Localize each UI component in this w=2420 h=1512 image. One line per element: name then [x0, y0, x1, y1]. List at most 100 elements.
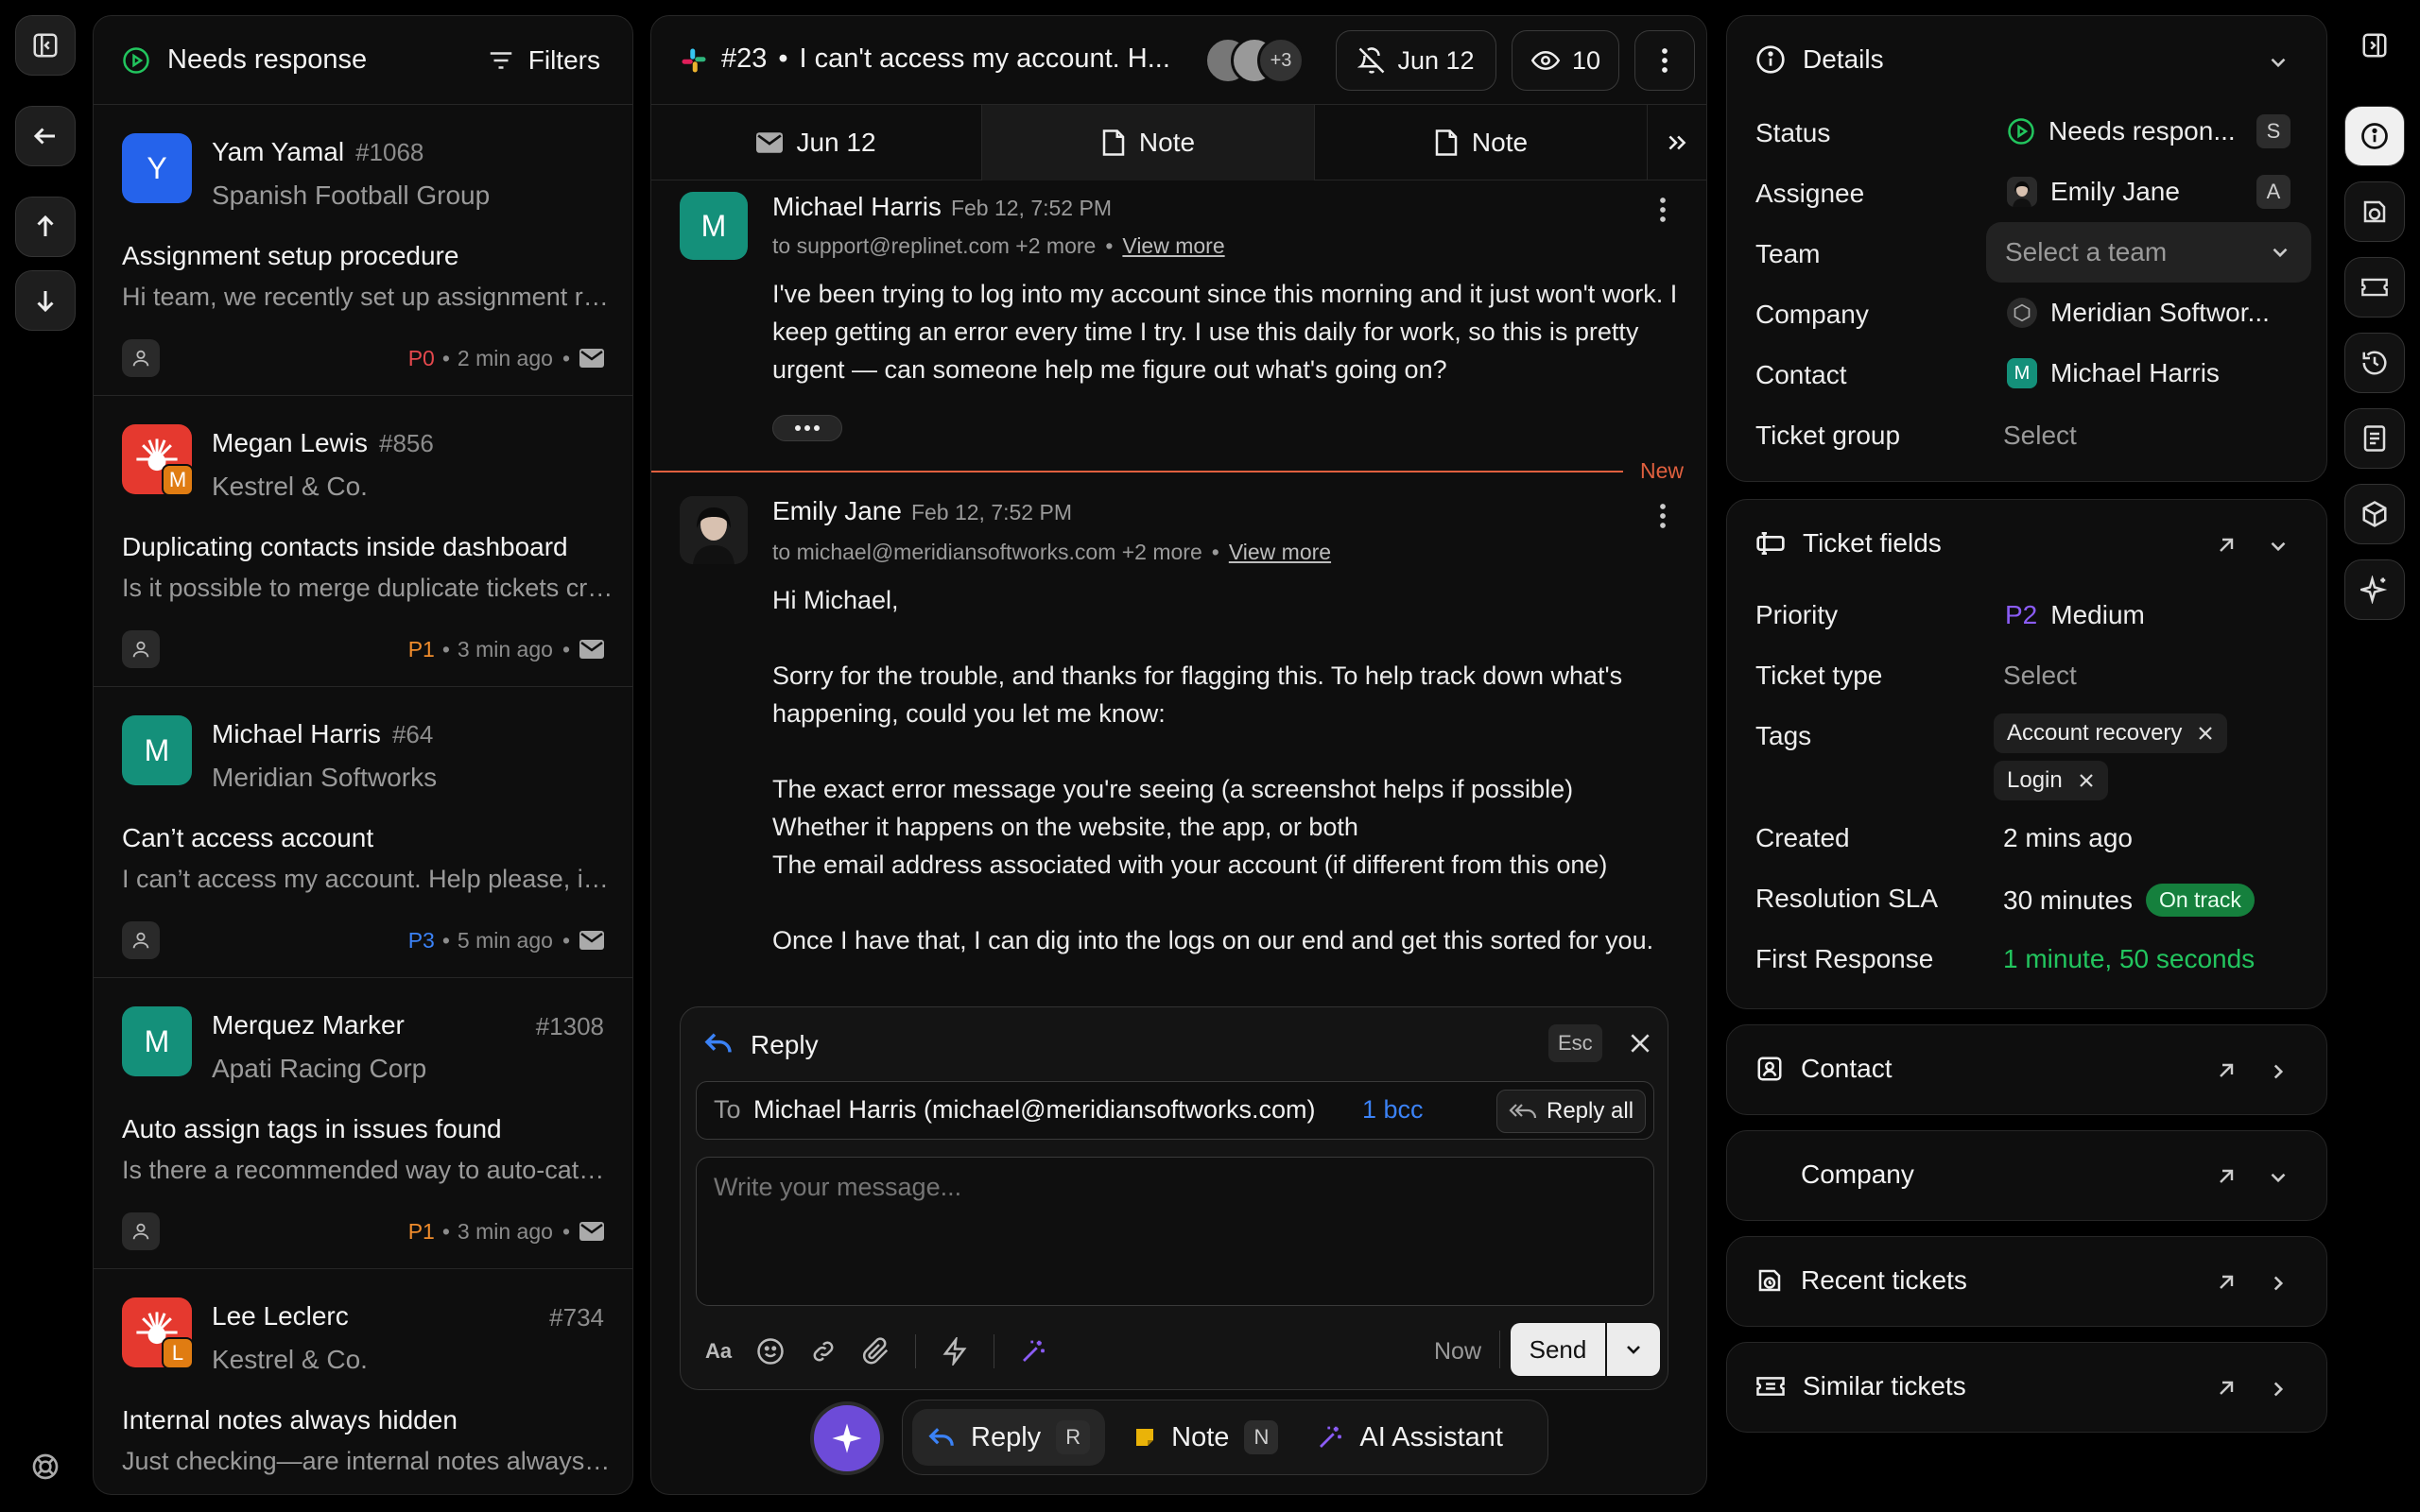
remove-tag-icon[interactable]: [2197, 725, 2214, 742]
composer-toolbar: Aa: [705, 1334, 1047, 1368]
ticket-fields-header[interactable]: Ticket fields: [1755, 528, 1942, 558]
next-ticket-button[interactable]: [15, 270, 76, 331]
unassigned-user-icon[interactable]: [122, 339, 160, 377]
previous-ticket-button[interactable]: [15, 197, 76, 257]
link-icon[interactable]: [809, 1337, 838, 1366]
attachment-icon[interactable]: [862, 1337, 890, 1366]
note-icon: [1435, 129, 1458, 156]
lightning-icon[interactable]: [941, 1337, 969, 1366]
reply-action-button[interactable]: Reply R: [912, 1409, 1106, 1466]
recent-tickets-tab-button[interactable]: [2344, 181, 2405, 242]
details-header[interactable]: Details: [1755, 44, 1884, 75]
ticket-list-item[interactable]: Y Yam Yamal #1068 Spanish Football Group …: [94, 105, 632, 396]
tab-note[interactable]: Note: [1315, 105, 1648, 180]
mail-icon: [579, 931, 604, 950]
priority-field[interactable]: P2 Medium: [2005, 600, 2145, 630]
reply-all-button[interactable]: Reply all: [1496, 1090, 1647, 1133]
view-more-link[interactable]: View more: [1229, 540, 1331, 564]
ticket-list-item[interactable]: M Merquez Marker #1308 Apati Racing Corp…: [94, 978, 632, 1269]
open-external-icon[interactable]: [2215, 1271, 2238, 1294]
more-vertical-icon[interactable]: [1658, 502, 1668, 530]
expand-quoted-button[interactable]: [772, 415, 842, 441]
close-icon[interactable]: [1628, 1031, 1652, 1056]
text-format-icon[interactable]: Aa: [705, 1339, 732, 1364]
remove-tag-icon[interactable]: [2078, 772, 2095, 789]
ai-assistant-button[interactable]: AI Assistant: [1306, 1409, 1512, 1466]
help-button[interactable]: [30, 1452, 60, 1482]
requester-name: Megan Lewis: [212, 428, 368, 457]
ticket-preview: I can’t access my account. Help please, …: [122, 865, 614, 893]
company-field[interactable]: Meridian Softwor...: [2007, 298, 2270, 328]
chevron-down-icon[interactable]: [2266, 534, 2290, 558]
chevron-right-icon[interactable]: [2266, 1059, 2290, 1084]
ticket-meta: P1 • 3 min ago •: [122, 1212, 604, 1250]
ticket-preview: Hi team, we recently set up assignment r…: [122, 283, 614, 311]
company-section[interactable]: Company: [1726, 1130, 2327, 1221]
priority-code: P2: [2005, 600, 2038, 629]
participants-stack[interactable]: +3: [1204, 37, 1327, 84]
send-button[interactable]: Send: [1511, 1323, 1605, 1376]
ticket-list-item[interactable]: M Megan Lewis #856 Kestrel & Co. Duplicat…: [94, 396, 632, 687]
unassigned-user-icon[interactable]: [122, 1212, 160, 1250]
assignee-field[interactable]: Emily Jane: [2007, 177, 2180, 207]
message-body: Hi Michael, Sorry for the trouble, and t…: [772, 581, 1680, 988]
notes-tab-button[interactable]: [2344, 408, 2405, 469]
chevron-down-icon[interactable]: [2266, 50, 2290, 75]
filters-button[interactable]: Filters: [487, 45, 600, 76]
ticket-type-select[interactable]: Select: [2003, 661, 2077, 691]
open-external-icon[interactable]: [2215, 1059, 2238, 1082]
ticket-group-select[interactable]: Select: [2003, 421, 2077, 451]
toggle-right-panel-button[interactable]: [2344, 15, 2405, 76]
message-line: The exact error message you're seeing (a…: [772, 775, 1574, 803]
open-external-icon[interactable]: [2215, 1377, 2238, 1400]
more-vertical-icon[interactable]: [1658, 196, 1668, 224]
recipients-field[interactable]: To Michael Harris (michael@meridiansoftw…: [696, 1081, 1654, 1140]
status-field[interactable]: Needs respon...: [2007, 116, 2236, 146]
unassigned-user-icon[interactable]: [122, 630, 160, 668]
team-select[interactable]: Select a team: [1986, 222, 2311, 283]
open-external-icon[interactable]: [2215, 1165, 2238, 1188]
ticket-list-item[interactable]: L Lee Leclerc #734 Kestrel & Co. Interna…: [94, 1269, 632, 1494]
send-options-button[interactable]: [1607, 1323, 1660, 1376]
unassigned-user-icon[interactable]: [122, 921, 160, 959]
schedule-label[interactable]: Now: [1434, 1338, 1481, 1366]
chevron-right-icon[interactable]: [2266, 1271, 2290, 1296]
snooze-button[interactable]: Jun 12: [1336, 30, 1496, 91]
status-value: Needs respon...: [2048, 116, 2236, 146]
ticket-fields-title: Ticket fields: [1803, 528, 1942, 558]
open-external-icon[interactable]: [2215, 534, 2238, 557]
magic-wand-icon[interactable]: [1019, 1337, 1047, 1366]
contact-label: Contact: [1755, 360, 1847, 389]
tab-email[interactable]: Jun 12: [651, 105, 982, 180]
more-options-button[interactable]: [1634, 30, 1695, 91]
requester-name: Merquez Marker: [212, 1010, 405, 1040]
more-vertical-icon: [1662, 48, 1668, 73]
tabs-overflow-button[interactable]: [1648, 105, 1706, 180]
tab-note[interactable]: Note: [982, 105, 1315, 180]
collapse-sidebar-button[interactable]: [15, 15, 76, 76]
ai-tab-button[interactable]: [2344, 559, 2405, 620]
similar-tickets-tab-button[interactable]: [2344, 257, 2405, 318]
integrations-tab-button[interactable]: [2344, 484, 2405, 544]
message-input[interactable]: [696, 1157, 1654, 1306]
note-action-button[interactable]: Note N: [1118, 1409, 1293, 1466]
view-more-link[interactable]: View more: [1122, 233, 1224, 258]
back-button[interactable]: [15, 106, 76, 166]
contact-section[interactable]: Contact: [1726, 1024, 2327, 1115]
recent-tickets-section[interactable]: Recent tickets: [1726, 1236, 2327, 1327]
chevron-right-icon[interactable]: [2266, 1377, 2290, 1401]
bell-off-icon: [1357, 47, 1385, 74]
bcc-link[interactable]: 1 bcc: [1362, 1095, 1424, 1125]
similar-tickets-section[interactable]: Similar tickets: [1726, 1342, 2327, 1433]
emoji-icon[interactable]: [756, 1337, 785, 1366]
chevron-down-icon[interactable]: [2266, 1165, 2290, 1190]
details-tab-button[interactable]: [2344, 106, 2405, 166]
message-line: Hi Michael,: [772, 586, 899, 614]
watchers-button[interactable]: 10: [1512, 30, 1619, 91]
ai-orb-button[interactable]: [810, 1401, 884, 1475]
view-selector[interactable]: Needs response: [122, 44, 367, 76]
ticket-requester: Yam Yamal #1068: [212, 137, 424, 167]
ticket-list-item[interactable]: M Michael Harris #64 Meridian Softworks C…: [94, 687, 632, 978]
history-tab-button[interactable]: [2344, 333, 2405, 393]
contact-field[interactable]: M Michael Harris: [2007, 358, 2220, 388]
